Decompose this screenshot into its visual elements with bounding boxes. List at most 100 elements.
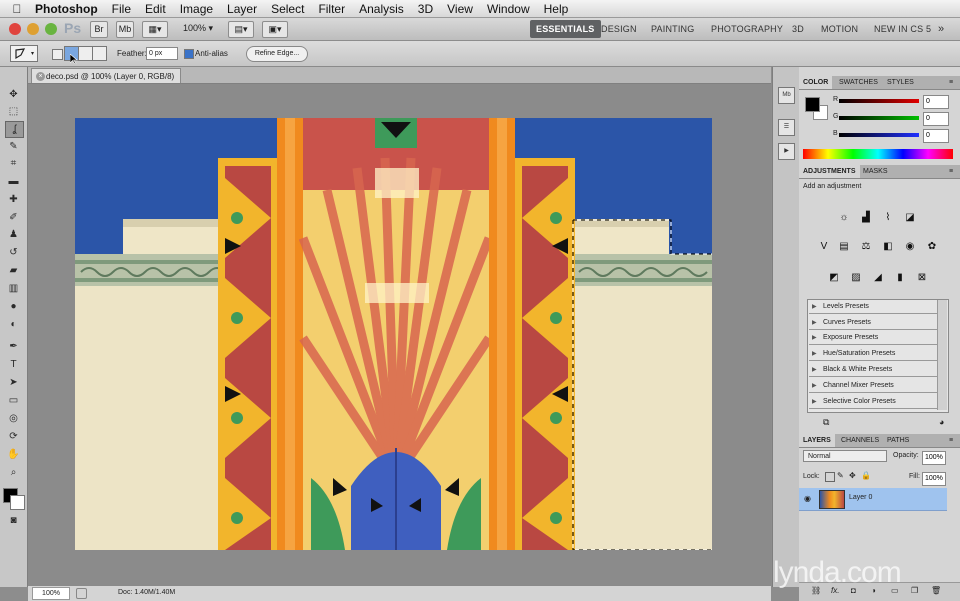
black-white-presets-item[interactable]: Black & White Presets (809, 363, 937, 377)
toggle-visibility-icon[interactable]: ◕ (939, 417, 953, 427)
selective-color-presets-item[interactable]: Selective Color Presets (809, 395, 937, 409)
channel-mixer-icon[interactable]: ✿ (925, 240, 939, 254)
tab-styles[interactable]: STYLES (883, 76, 918, 89)
color-spectrum-ramp[interactable] (803, 149, 953, 159)
tab-adjustments[interactable]: ADJUSTMENTS (799, 165, 860, 178)
launch-minibridge-button[interactable]: Mb (116, 21, 134, 38)
posterize-icon[interactable]: ▨ (849, 271, 863, 285)
delete-layer-icon[interactable]: 🗑 (931, 586, 941, 595)
tool-preset-picker[interactable] (10, 45, 38, 62)
workspace-painting[interactable]: PAINTING (651, 20, 694, 38)
lock-transparency-icon[interactable] (825, 472, 835, 482)
background-color-swatch[interactable] (10, 495, 25, 510)
green-value-input[interactable] (923, 112, 949, 126)
red-slider[interactable] (839, 99, 919, 103)
levels-presets-item[interactable]: Levels Presets (809, 300, 937, 314)
channel-mixer-presets-item[interactable]: Channel Mixer Presets (809, 379, 937, 393)
curves-presets-item[interactable]: Curves Presets (809, 316, 937, 330)
hue-saturation-presets-item[interactable]: Hue/Saturation Presets (809, 347, 937, 361)
lasso-tool-icon[interactable]: ʆ (5, 121, 24, 138)
blue-value-input[interactable] (923, 129, 949, 143)
clone-stamp-tool-icon[interactable]: ♟ (5, 227, 22, 242)
3d-orbit-tool-icon[interactable]: ⟳ (5, 429, 22, 444)
gradient-map-icon[interactable]: ▮ (893, 271, 907, 285)
history-panel-icon[interactable]: ☰ (778, 119, 795, 136)
workspace-new-in-cs5[interactable]: NEW IN CS 5 (874, 20, 931, 38)
minimize-window-icon[interactable] (27, 23, 39, 35)
zoom-window-icon[interactable] (45, 23, 57, 35)
hue-saturation-icon[interactable]: ▤ (837, 240, 851, 254)
status-info-icon[interactable] (76, 588, 87, 599)
lock-position-icon[interactable]: ✥ (849, 472, 857, 480)
tab-color[interactable]: COLOR (799, 76, 833, 89)
vibrance-icon[interactable]: V (817, 240, 831, 254)
pen-tool-icon[interactable]: ✒ (5, 339, 22, 354)
refine-edge-button[interactable]: Refine Edge... (246, 46, 308, 62)
menu-select[interactable]: Select (264, 2, 311, 16)
type-tool-icon[interactable]: T (5, 357, 22, 372)
pasteboard[interactable] (28, 53, 771, 585)
minibridge-panel-icon[interactable]: Mb (778, 87, 795, 104)
workspace-essentials[interactable]: ESSENTIALS (530, 20, 601, 38)
exposure-icon[interactable]: ◪ (903, 211, 917, 225)
layer-row[interactable]: ◉ Layer 0 (799, 488, 947, 511)
history-brush-tool-icon[interactable]: ↺ (5, 245, 22, 260)
antialias-checkbox[interactable] (184, 49, 194, 59)
green-slider[interactable] (839, 116, 919, 120)
menu-layer[interactable]: Layer (220, 2, 264, 16)
lock-pixels-icon[interactable]: ✎ (837, 472, 845, 480)
presets-scrollbar[interactable] (937, 300, 947, 410)
arrange-documents-button[interactable]: ▤▾ (228, 21, 254, 38)
tab-channels[interactable]: CHANNELS (837, 434, 883, 447)
menu-3d[interactable]: 3D (411, 2, 440, 16)
feather-input[interactable] (146, 47, 178, 60)
workspace-overflow-button[interactable]: » (938, 20, 944, 38)
brightness-contrast-icon[interactable]: ☼ (837, 211, 851, 225)
intersect-selection-icon[interactable] (92, 46, 107, 61)
move-tool-icon[interactable]: ✥ (5, 87, 22, 102)
menu-filter[interactable]: Filter (311, 2, 352, 16)
tab-swatches[interactable]: SWATCHES (835, 76, 882, 89)
exposure-presets-item[interactable]: Exposure Presets (809, 331, 937, 345)
apple-icon[interactable]:  (6, 2, 28, 16)
tab-layers[interactable]: LAYERS (799, 434, 835, 447)
menu-analysis[interactable]: Analysis (352, 2, 411, 16)
opacity-input[interactable] (922, 451, 946, 465)
black-white-icon[interactable]: ◧ (881, 240, 895, 254)
actions-panel-icon[interactable]: ▶ (778, 143, 795, 160)
layers-menu-icon[interactable]: ≡ (945, 434, 957, 447)
curves-icon[interactable]: ⌇ (881, 211, 895, 225)
panel-menu-icon[interactable]: ≡ (945, 76, 957, 89)
blue-slider[interactable] (839, 133, 919, 137)
shape-tool-icon[interactable]: ▭ (5, 393, 22, 408)
marquee-tool-icon[interactable]: ⬚ (5, 104, 22, 119)
zoom-tool-icon[interactable]: ⌕ (5, 465, 22, 480)
blend-mode-dropdown[interactable]: Normal (803, 450, 887, 462)
color-balance-icon[interactable]: ⚖ (859, 240, 873, 254)
photo-filter-icon[interactable]: ◉ (903, 240, 917, 254)
launch-bridge-button[interactable]: Br (90, 21, 108, 38)
3d-rotate-tool-icon[interactable]: ◎ (5, 411, 22, 426)
tab-masks[interactable]: MASKS (859, 165, 892, 178)
menu-edit[interactable]: Edit (138, 2, 173, 16)
path-selection-tool-icon[interactable]: ➤ (5, 375, 22, 390)
quick-selection-tool-icon[interactable]: ✎ (5, 139, 22, 154)
adjustments-menu-icon[interactable]: ≡ (945, 165, 957, 178)
close-window-icon[interactable] (9, 23, 21, 35)
brush-tool-icon[interactable]: ✐ (5, 210, 22, 225)
tab-paths[interactable]: PATHS (883, 434, 913, 447)
menu-window[interactable]: Window (480, 2, 537, 16)
healing-brush-tool-icon[interactable]: ✚ (5, 192, 22, 207)
levels-icon[interactable]: ▟ (859, 211, 873, 225)
subtract-from-selection-icon[interactable] (78, 46, 93, 61)
layer-visibility-eye-icon[interactable]: ◉ (804, 494, 811, 503)
threshold-icon[interactable]: ◢ (871, 271, 885, 285)
menu-file[interactable]: File (105, 2, 138, 16)
invert-icon[interactable]: ◩ (827, 271, 841, 285)
fill-input[interactable] (922, 472, 946, 486)
menu-view[interactable]: View (440, 2, 480, 16)
status-zoom-field[interactable]: 100% (32, 587, 70, 600)
crop-tool-icon[interactable]: ⌗ (5, 156, 22, 171)
document-tab[interactable]: × deco.psd @ 100% (Layer 0, RGB/8) (31, 68, 181, 83)
menu-image[interactable]: Image (173, 2, 220, 16)
